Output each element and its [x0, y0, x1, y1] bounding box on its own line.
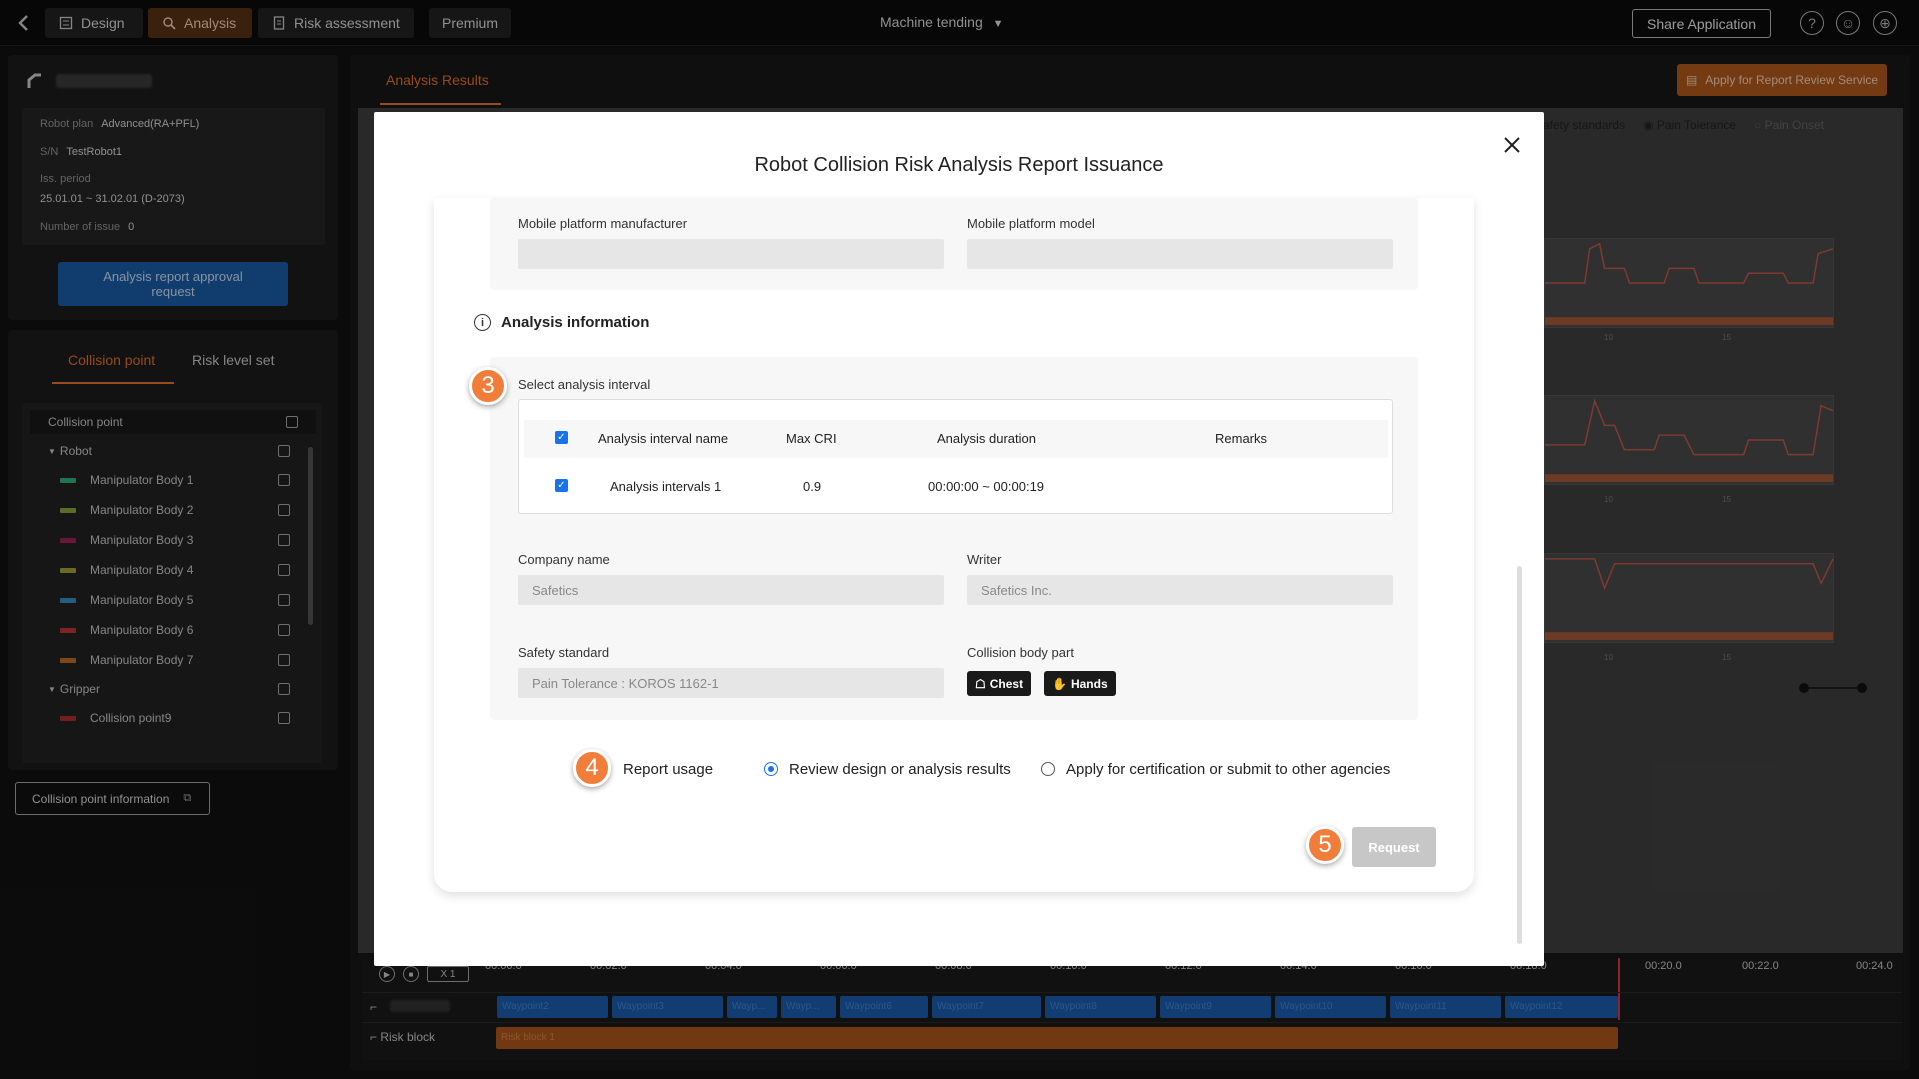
step-badge-3: 3	[469, 367, 507, 405]
modal-title: Robot Collision Risk Analysis Report Iss…	[754, 154, 1164, 176]
analysis-duration: 00:00:00 ~ 00:00:19	[928, 479, 1045, 494]
writer-input[interactable]: Safetics Inc.	[967, 575, 1393, 605]
info-icon: i	[474, 314, 491, 331]
step-badge-4: 4	[573, 749, 611, 787]
hand-icon: ✋	[1052, 676, 1067, 691]
usage-radio-certification[interactable]	[1041, 762, 1055, 776]
interval-name: Analysis intervals 1	[610, 479, 722, 494]
body-part-chip-chest[interactable]: ☖ Chest	[967, 671, 1032, 696]
mobile-manufacturer-label: Mobile platform manufacturer	[518, 216, 688, 231]
mobile-model-label: Mobile platform model	[967, 216, 1095, 231]
collision-body-part-label: Collision body part	[967, 645, 1074, 660]
report-usage-label: Report usage	[623, 761, 714, 778]
select-all-checkbox[interactable]: ✓	[555, 431, 568, 444]
chip-label: Chest	[989, 676, 1024, 691]
analysis-information-title: Analysis information	[501, 314, 650, 331]
usage-radio-review[interactable]	[764, 762, 778, 776]
row-checkbox[interactable]: ✓	[555, 479, 568, 492]
request-button[interactable]: Request	[1352, 827, 1436, 867]
modal-scrollbar[interactable]	[1517, 566, 1522, 944]
column-header: Analysis interval name	[598, 431, 729, 446]
company-name-label: Company name	[518, 552, 610, 567]
chest-icon: ☖	[975, 676, 986, 691]
column-header: Max CRI	[786, 431, 837, 446]
usage-option-review[interactable]: Review design or analysis results	[789, 761, 1011, 778]
column-header: Analysis duration	[937, 431, 1036, 446]
column-header: Remarks	[1215, 431, 1268, 446]
max-cri: 0.9	[803, 479, 822, 494]
mobile-model-input[interactable]	[967, 239, 1393, 269]
usage-option-certification[interactable]: Apply for certification or submit to oth…	[1066, 761, 1390, 778]
select-interval-label: Select analysis interval	[518, 377, 651, 392]
writer-label: Writer	[967, 552, 1002, 567]
body-part-chip-hands[interactable]: ✋ Hands	[1044, 671, 1116, 696]
step-badge-5: 5	[1306, 826, 1344, 864]
company-name-input[interactable]: Safetics	[518, 575, 944, 605]
safety-standard-input[interactable]: Pain Tolerance : KOROS 1162-1	[518, 668, 944, 698]
mobile-manufacturer-input[interactable]	[518, 239, 944, 269]
close-icon[interactable]	[1500, 133, 1524, 157]
chip-label: Hands	[1070, 676, 1108, 691]
safety-standard-label: Safety standard	[518, 645, 610, 660]
